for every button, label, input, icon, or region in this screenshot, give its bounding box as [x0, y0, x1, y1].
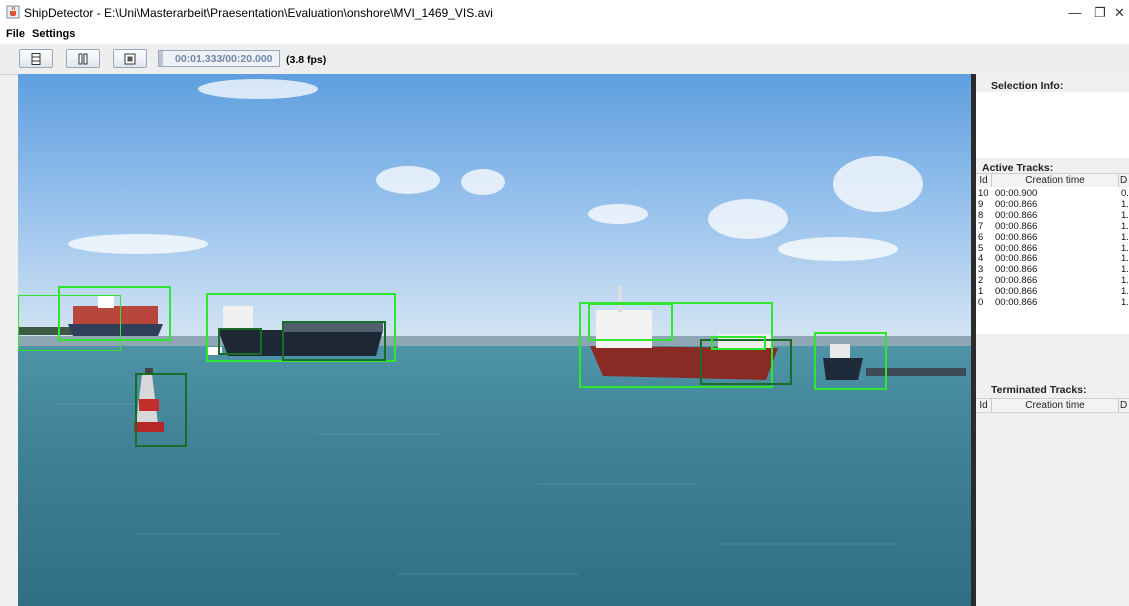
track-id-cell: 4 [978, 253, 984, 265]
title-bar: ShipDetector - E:\Uni\Masterarbeit\Praes… [0, 0, 1129, 26]
detection-box[interactable] [814, 332, 887, 390]
time-position-field[interactable]: 00:01.333/00:20.000 [158, 50, 280, 67]
active-tracks-header: Id Creation time D [976, 173, 1129, 188]
track-id-cell: 2 [978, 275, 984, 287]
window-title: ShipDetector - E:\Uni\Masterarbeit\Praes… [24, 6, 493, 20]
track-creation-time-cell: 00:00.866 [995, 231, 1038, 243]
track-creation-time-cell: 00:00.866 [995, 198, 1038, 210]
track-creation-time-cell: 00:00.866 [995, 242, 1038, 254]
open-video-button[interactable] [19, 49, 53, 68]
column-header-d[interactable]: D [1119, 399, 1129, 412]
track-id-cell: 6 [978, 231, 984, 243]
track-id-cell: 9 [978, 198, 984, 210]
column-header-id[interactable]: Id [976, 399, 992, 412]
detection-box[interactable] [135, 373, 187, 447]
table-row[interactable]: 1 00:00.866 1.0 [976, 286, 1129, 297]
track-creation-time-cell: 00:00.866 [995, 297, 1038, 308]
track-creation-time-cell: 00:00.900 [995, 188, 1038, 199]
track-creation-time-cell: 00:00.866 [995, 264, 1038, 276]
menu-file[interactable]: File [6, 28, 25, 40]
toolbar: 00:01.333/00:20.000 (3.8 fps) [0, 44, 1129, 75]
selection-info-title: Selection Info: [991, 80, 1064, 92]
track-creation-time-cell: 00:00.866 [995, 209, 1038, 221]
table-row[interactable]: 3 00:00.866 1.0 [976, 264, 1129, 275]
close-button[interactable]: ✕ [1110, 0, 1129, 26]
detection-box[interactable] [282, 321, 386, 361]
track-d-cell: 1.0 [1121, 242, 1129, 254]
track-d-cell: 1.0 [1121, 220, 1129, 232]
track-d-cell: 1.0 [1121, 231, 1129, 243]
column-header-creation-time[interactable]: Creation time [992, 174, 1119, 187]
table-row[interactable]: 0 00:00.866 1.0 [976, 297, 1129, 308]
track-id-cell: 7 [978, 220, 984, 232]
table-row[interactable]: 5 00:00.866 1.0 [976, 243, 1129, 254]
terminated-tracks-title: Terminated Tracks: [991, 384, 1087, 396]
detection-box[interactable] [711, 336, 766, 350]
track-d-cell: 1.0 [1121, 275, 1129, 287]
column-header-creation-time[interactable]: Creation time [992, 399, 1119, 412]
track-id-cell: 10 [978, 188, 989, 199]
pause-button[interactable] [66, 49, 100, 68]
table-row[interactable]: 4 00:00.866 1.0 [976, 253, 1129, 264]
table-row[interactable]: 2 00:00.866 1.0 [976, 275, 1129, 286]
progress-bar [159, 51, 163, 66]
menu-bar: File Settings [0, 26, 1129, 44]
track-id-cell: 3 [978, 264, 984, 276]
table-row[interactable]: 7 00:00.866 1.0 [976, 221, 1129, 232]
track-id-cell: 0 [978, 297, 984, 308]
column-header-d[interactable]: D [1119, 174, 1129, 187]
pause-icon [78, 53, 88, 65]
track-creation-time-cell: 00:00.866 [995, 286, 1038, 298]
side-panel: Selection Info: Active Tracks: Id Creati… [976, 74, 1129, 606]
stop-button[interactable] [113, 49, 147, 68]
track-d-cell: 0.9 [1121, 188, 1129, 199]
detection-box[interactable] [58, 286, 171, 341]
active-tracks-table[interactable]: 10 00:00.900 0.9 9 00:00.866 1.0 8 00:00.866 1.0… [976, 187, 1129, 334]
terminated-tracks-table[interactable] [976, 414, 1129, 606]
table-row[interactable]: 6 00:00.866 1.0 [976, 232, 1129, 243]
table-row[interactable]: 8 00:00.866 1.0 [976, 210, 1129, 221]
video-view[interactable] [18, 74, 971, 606]
table-row[interactable]: 10 00:00.900 0.9 [976, 188, 1129, 199]
time-position-text: 00:01.333/00:20.000 [175, 53, 273, 65]
stop-icon [124, 53, 136, 65]
track-d-cell: 1.0 [1121, 198, 1129, 210]
detection-box[interactable] [218, 328, 262, 355]
film-strip-icon [31, 53, 41, 65]
java-cup-icon [6, 5, 20, 19]
fps-label: (3.8 fps) [286, 54, 327, 66]
menu-settings[interactable]: Settings [32, 28, 75, 40]
table-row[interactable]: 9 00:00.866 1.0 [976, 199, 1129, 210]
selection-info-box [976, 92, 1129, 158]
terminated-tracks-header: Id Creation time D [976, 398, 1129, 413]
track-d-cell: 1.0 [1121, 286, 1129, 298]
column-header-id[interactable]: Id [976, 174, 992, 187]
track-d-cell: 1.0 [1121, 297, 1129, 308]
track-creation-time-cell: 00:00.866 [995, 253, 1038, 265]
track-creation-time-cell: 00:00.866 [995, 275, 1038, 287]
track-id-cell: 1 [978, 286, 984, 298]
track-d-cell: 1.0 [1121, 264, 1129, 276]
track-d-cell: 1.0 [1121, 209, 1129, 221]
track-d-cell: 1.0 [1121, 253, 1129, 265]
track-id-cell: 5 [978, 242, 984, 254]
track-creation-time-cell: 00:00.866 [995, 220, 1038, 232]
detection-box[interactable] [588, 303, 673, 341]
track-id-cell: 8 [978, 209, 984, 221]
